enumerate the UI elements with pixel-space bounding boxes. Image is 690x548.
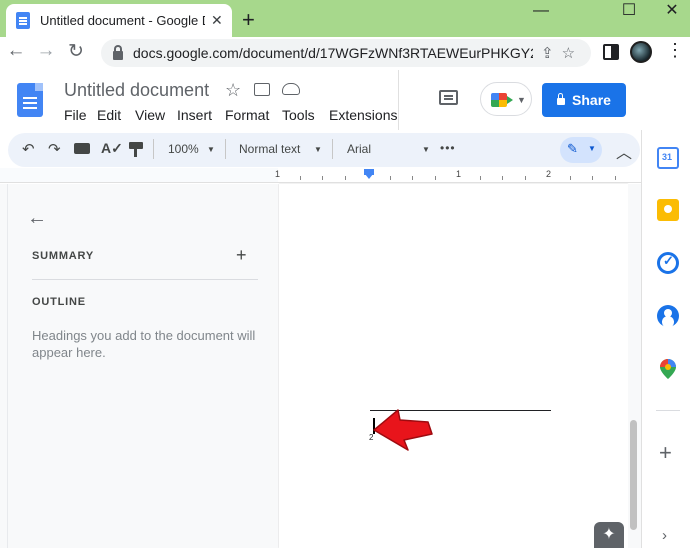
side-panel-toggle-icon[interactable] bbox=[603, 44, 619, 60]
ruler-tick bbox=[570, 176, 571, 180]
share-button[interactable]: Share bbox=[542, 83, 626, 117]
close-window-button[interactable]: ✕ bbox=[655, 2, 689, 24]
header-divider bbox=[398, 70, 399, 130]
document-title[interactable]: Untitled document bbox=[64, 80, 209, 101]
browser-tab[interactable]: Untitled document - Google Doc ✕ bbox=[6, 4, 232, 37]
annotation-arrow-icon bbox=[373, 409, 433, 451]
menu-edit[interactable]: Edit bbox=[97, 107, 121, 123]
profile-avatar[interactable] bbox=[630, 41, 652, 63]
chevron-down-icon[interactable]: ▼ bbox=[207, 145, 215, 154]
share-page-icon[interactable]: ⇪ bbox=[541, 44, 554, 62]
calendar-day: 31 bbox=[662, 152, 673, 162]
tab-title: Untitled document - Google Doc bbox=[40, 13, 205, 28]
side-panel bbox=[641, 130, 690, 548]
calendar-icon[interactable]: 31 bbox=[657, 147, 679, 169]
ruler-tick bbox=[390, 176, 391, 180]
left-indent-marker[interactable] bbox=[365, 174, 373, 179]
tasks-icon[interactable]: ✓ bbox=[657, 252, 679, 274]
share-label: Share bbox=[572, 92, 611, 108]
maximize-button[interactable]: ☐ bbox=[612, 2, 646, 24]
meet-button[interactable]: ▼ bbox=[480, 82, 532, 116]
back-button[interactable]: ← bbox=[4, 40, 28, 62]
forward-button[interactable]: → bbox=[34, 40, 58, 62]
more-tools-icon[interactable]: ••• bbox=[440, 141, 456, 155]
bookmark-star-icon[interactable]: ☆ bbox=[562, 44, 575, 62]
reload-button[interactable]: ↻ bbox=[64, 40, 88, 63]
paragraph-style-select[interactable]: Normal text bbox=[239, 142, 300, 156]
ruler-number: 1 bbox=[275, 169, 281, 179]
meet-camera-icon bbox=[491, 93, 513, 107]
url-text[interactable]: docs.google.com/document/d/17WGFzWNf3RTA… bbox=[133, 45, 533, 61]
ruler-number: 1 bbox=[456, 169, 462, 179]
paint-format-icon[interactable] bbox=[129, 142, 143, 157]
ruler-tick bbox=[322, 176, 323, 180]
undo-icon[interactable]: ↶ bbox=[22, 140, 35, 158]
ruler-tick bbox=[480, 176, 481, 180]
collapse-menus-icon[interactable]: ︿ bbox=[616, 139, 632, 163]
chevron-down-icon[interactable]: ▼ bbox=[314, 145, 322, 154]
ruler-tick bbox=[435, 176, 436, 180]
docs-favicon-icon bbox=[16, 12, 30, 29]
lock-icon bbox=[557, 93, 566, 105]
zoom-select[interactable]: 100% bbox=[168, 142, 199, 156]
document-page[interactable] bbox=[279, 184, 628, 548]
menu-tools[interactable]: Tools bbox=[282, 107, 315, 123]
comment-history-icon[interactable] bbox=[439, 90, 458, 105]
tasks-check: ✓ bbox=[663, 253, 674, 268]
vertical-ruler bbox=[0, 184, 8, 548]
contacts-icon[interactable] bbox=[657, 305, 679, 327]
menu-format[interactable]: Format bbox=[225, 107, 269, 123]
docs-logo-icon[interactable] bbox=[17, 83, 43, 117]
side-panel-divider bbox=[656, 410, 680, 411]
explore-sparkle-icon[interactable]: ✦ bbox=[594, 522, 624, 548]
menu-view[interactable]: View bbox=[135, 107, 165, 123]
keep-icon[interactable] bbox=[657, 199, 679, 221]
toolbar-separator bbox=[332, 139, 333, 159]
browser-menu-icon[interactable]: ⋮ bbox=[666, 40, 684, 61]
menu-extensions[interactable]: Extensions bbox=[329, 107, 397, 123]
side-panel-header bbox=[641, 70, 690, 130]
outline-divider bbox=[32, 279, 258, 280]
ruler-tick bbox=[592, 176, 593, 180]
outline-help-text: Headings you add to the document will ap… bbox=[32, 328, 256, 360]
redo-icon[interactable]: ↷ bbox=[48, 140, 61, 158]
ruler-tick bbox=[502, 176, 503, 180]
lock-icon[interactable] bbox=[113, 44, 123, 60]
outline-heading: OUTLINE bbox=[32, 296, 86, 308]
address-bar[interactable]: docs.google.com/document/d/17WGFzWNf3RTA… bbox=[101, 39, 591, 67]
move-folder-icon[interactable] bbox=[254, 83, 270, 96]
chevron-down-icon[interactable]: ▼ bbox=[422, 145, 430, 154]
ruler-number: 2 bbox=[546, 169, 552, 179]
chevron-down-icon: ▼ bbox=[588, 144, 596, 153]
chevron-down-icon: ▼ bbox=[517, 95, 526, 105]
new-tab-button[interactable]: + bbox=[242, 7, 255, 33]
ruler-tick bbox=[525, 176, 526, 180]
minimize-button[interactable]: — bbox=[524, 2, 558, 24]
menu-insert[interactable]: Insert bbox=[177, 107, 212, 123]
spellcheck-icon[interactable]: A✓ bbox=[101, 140, 123, 157]
ruler-tick bbox=[300, 176, 301, 180]
add-summary-icon[interactable]: + bbox=[236, 245, 247, 266]
get-addons-icon[interactable]: + bbox=[659, 440, 672, 466]
close-outline-arrow-icon[interactable]: ← bbox=[27, 207, 47, 230]
pencil-icon: ✎ bbox=[567, 141, 578, 156]
screenshot-root: Untitled document - Google Doc ✕ + — ☐ ✕… bbox=[0, 0, 690, 548]
maps-pin-icon[interactable] bbox=[657, 358, 679, 380]
cloud-status-icon[interactable] bbox=[282, 83, 300, 95]
menu-file[interactable]: File bbox=[64, 107, 87, 123]
star-icon[interactable]: ☆ bbox=[225, 80, 241, 101]
summary-heading: SUMMARY bbox=[32, 250, 95, 262]
toolbar-separator bbox=[153, 139, 154, 159]
toolbar-separator bbox=[225, 139, 226, 159]
ruler-tick bbox=[345, 176, 346, 180]
editing-mode-button[interactable]: ✎ ▼ bbox=[560, 137, 602, 163]
print-icon[interactable] bbox=[74, 143, 90, 154]
font-select[interactable]: Arial bbox=[347, 142, 371, 156]
ruler-tick bbox=[615, 176, 616, 180]
ruler-tick bbox=[412, 176, 413, 180]
show-side-panel-icon[interactable]: › bbox=[662, 527, 667, 544]
scrollbar-thumb[interactable] bbox=[630, 420, 637, 530]
close-tab-icon[interactable]: ✕ bbox=[211, 12, 223, 29]
